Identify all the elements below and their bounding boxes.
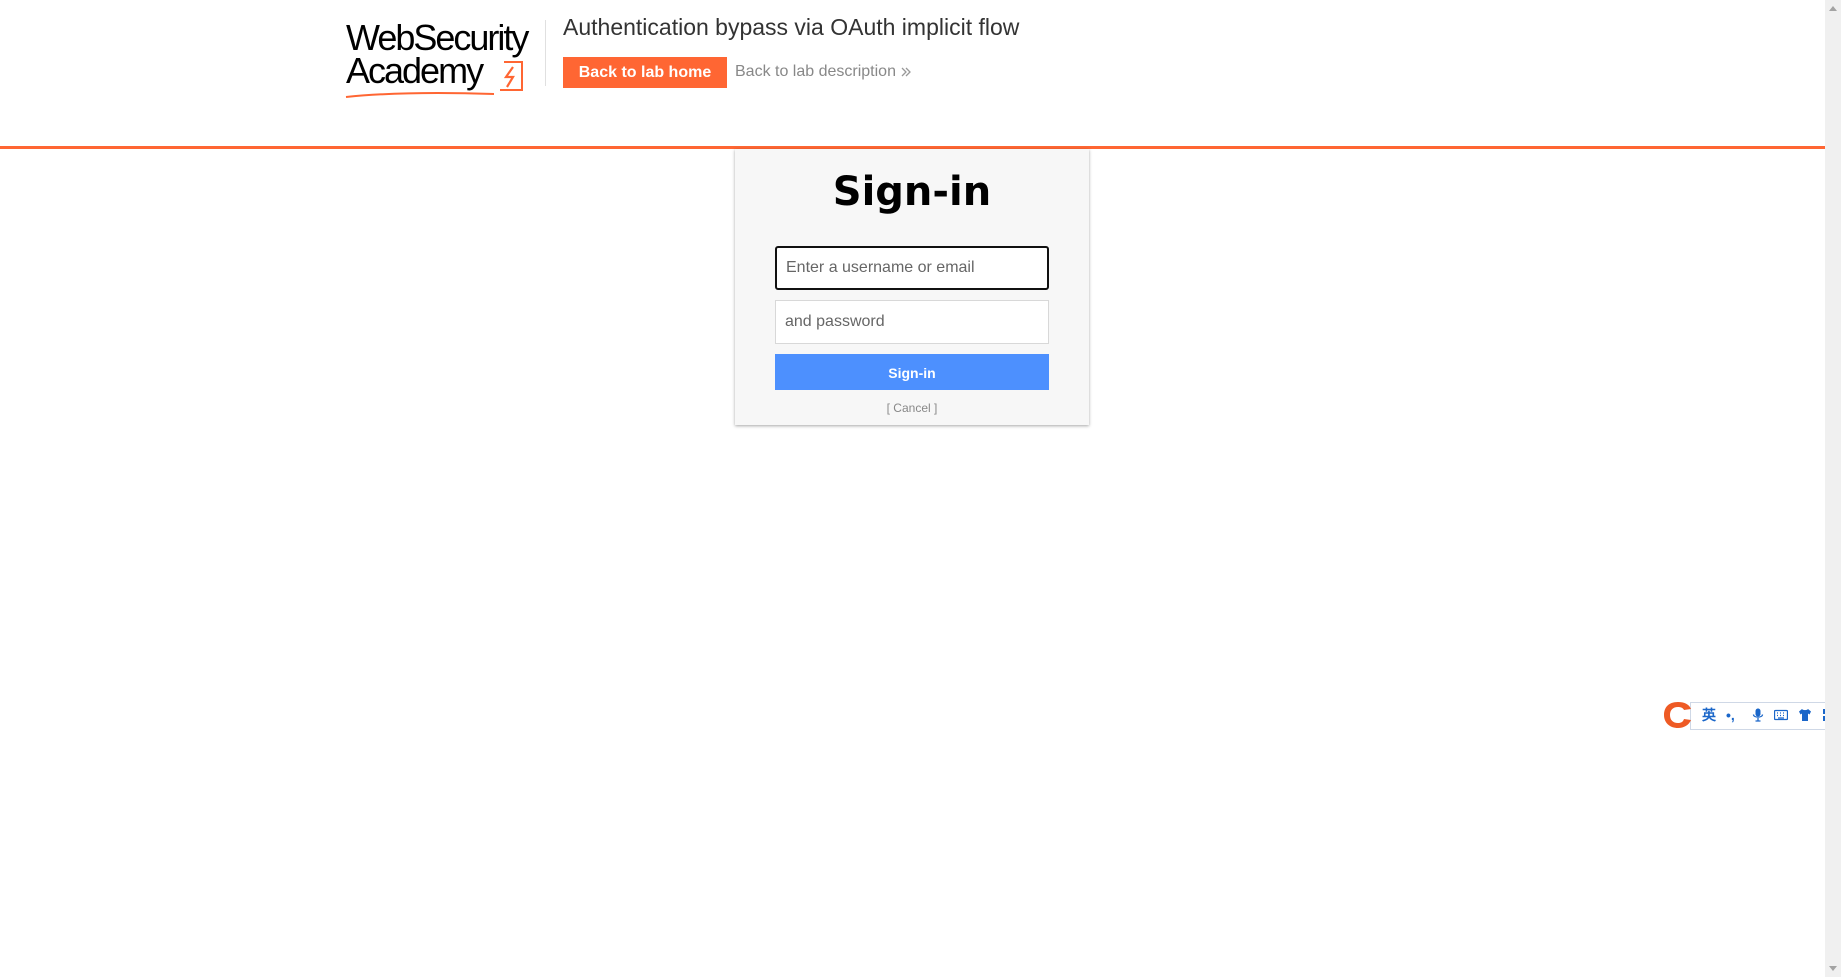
scroll-up-arrow-icon[interactable] <box>1829 6 1837 11</box>
sogou-s-icon[interactable] <box>1662 700 1694 730</box>
ime-mode-toggle[interactable]: 英 <box>1702 707 1716 723</box>
microphone-icon[interactable] <box>1751 708 1765 722</box>
web-security-academy-logo[interactable]: WebSecurity Academy <box>344 16 548 98</box>
keyboard-icon[interactable] <box>1774 708 1788 722</box>
cancel-link[interactable]: [ Cancel ] <box>735 401 1089 415</box>
ime-toolbar: 英 •, <box>1662 700 1841 730</box>
back-to-lab-description-label: Back to lab description <box>735 63 896 80</box>
ime-punctuation-toggle[interactable]: •, <box>1726 707 1735 723</box>
sign-in-button[interactable]: Sign-in <box>775 354 1049 390</box>
scrollbar-thumb[interactable] <box>1828 17 1838 960</box>
back-to-lab-home-button[interactable]: Back to lab home <box>563 57 727 88</box>
logo-line-2: Academy <box>346 50 484 91</box>
logo-underline-icon <box>345 92 495 98</box>
sign-in-form: Sign-in Sign-in [ Cancel ] <box>735 149 1089 425</box>
skin-shirt-icon[interactable] <box>1798 708 1812 722</box>
password-input[interactable] <box>775 300 1049 344</box>
page: WebSecurity Academy Authentication bypas… <box>0 0 1841 977</box>
vertical-scrollbar[interactable] <box>1825 0 1841 977</box>
lab-header: WebSecurity Academy Authentication bypas… <box>0 0 1825 149</box>
header-divider <box>545 20 546 86</box>
scroll-down-arrow-icon[interactable] <box>1829 966 1837 971</box>
sign-in-heading: Sign-in <box>832 169 992 215</box>
double-chevron-right-icon <box>901 67 911 77</box>
lab-title: Authentication bypass via OAuth implicit… <box>563 14 1020 40</box>
username-input[interactable] <box>775 246 1049 290</box>
back-to-lab-description-link[interactable]: Back to lab description <box>735 63 912 81</box>
